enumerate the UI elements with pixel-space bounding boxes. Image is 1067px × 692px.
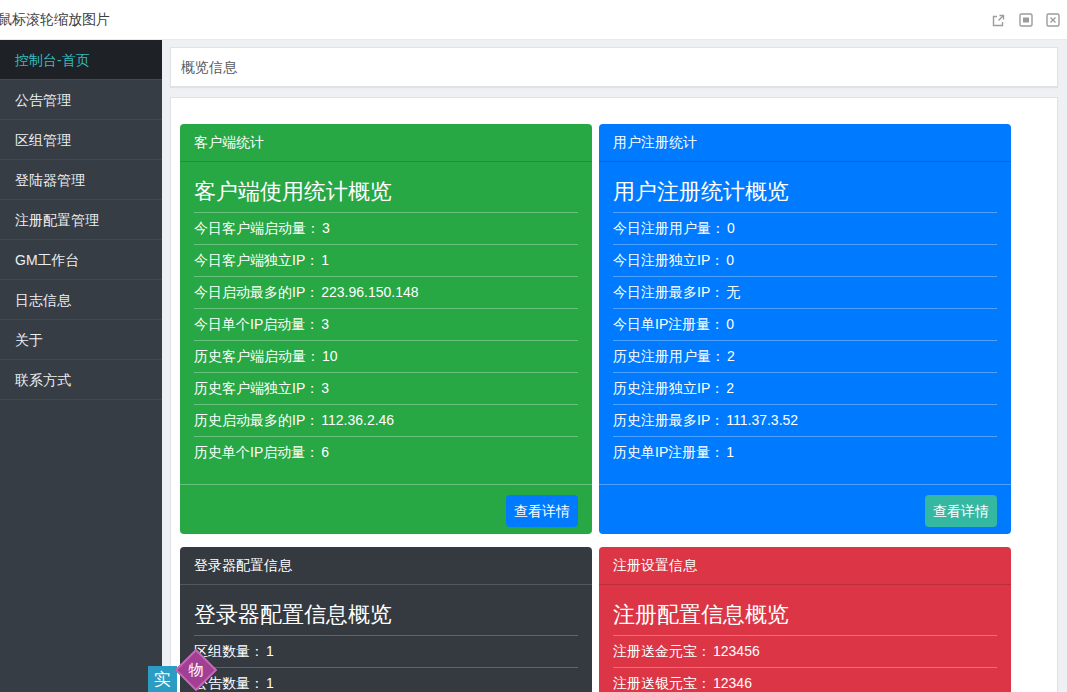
- stat-row: 今日单IP注册量：0: [613, 308, 997, 340]
- stat-value: 111.37.3.52: [726, 412, 798, 428]
- stat-row: 今日客户端独立IP：1: [194, 244, 578, 276]
- sidebar-item-about[interactable]: 关于: [0, 320, 162, 360]
- page-header: 概览信息: [170, 47, 1058, 87]
- stat-row: 今日单个IP启动量：3: [194, 308, 578, 340]
- topbar-title: 鼠标滚轮缩放图片: [0, 11, 110, 29]
- stat-row: 注册送银元宝：12346: [613, 667, 997, 692]
- stat-value: 2: [727, 348, 735, 364]
- stat-label: 今日单IP注册量：: [613, 316, 724, 332]
- view-details-button-client-stats[interactable]: 查看详情: [506, 495, 578, 527]
- stat-label: 注册送金元宝：: [613, 643, 711, 659]
- card-footer-client-stats: 查看详情: [180, 484, 592, 534]
- stat-row: 历史启动最多的IP：112.36.2.46: [194, 404, 578, 436]
- floating-badge-wu-label: 物: [183, 657, 209, 683]
- topbar: 鼠标滚轮缩放图片: [0, 0, 1067, 40]
- stat-value: 0: [727, 220, 735, 236]
- card-title-client-stats: 客户端使用统计概览: [194, 176, 578, 208]
- stat-label: 今日客户端独立IP：: [194, 252, 319, 268]
- stat-row: 历史客户端启动量：10: [194, 340, 578, 372]
- stat-label: 今日单个IP启动量：: [194, 316, 319, 332]
- stat-value: 3: [321, 316, 329, 332]
- stat-label: 今日注册独立IP：: [613, 252, 724, 268]
- stat-row: 今日注册独立IP：0: [613, 244, 997, 276]
- sidebar-item-console-home[interactable]: 控制台-首页: [0, 40, 162, 80]
- open-external-icon[interactable]: [990, 12, 1007, 29]
- stat-value: 3: [322, 220, 330, 236]
- view-details-button-user-register-stats[interactable]: 查看详情: [925, 495, 997, 527]
- overview-panel: 客户端统计客户端使用统计概览今日客户端启动量：3今日客户端独立IP：1今日启动最…: [170, 97, 1058, 692]
- stat-row: 历史注册用户量：2: [613, 340, 997, 372]
- card-title-register-config: 注册配置信息概览: [613, 599, 997, 631]
- stat-value: 无: [726, 284, 740, 300]
- card-header-register-config: 注册设置信息: [599, 547, 1011, 585]
- card-register-config: 注册设置信息注册配置信息概览注册送金元宝：123456注册送银元宝：12346: [599, 547, 1011, 692]
- stat-label: 历史启动最多的IP：: [194, 412, 319, 428]
- card-user-register-stats: 用户注册统计用户注册统计概览今日注册用户量：0今日注册独立IP：0今日注册最多I…: [599, 124, 1011, 534]
- stat-row: 今日客户端启动量：3: [194, 212, 578, 244]
- stat-label: 历史注册用户量：: [613, 348, 725, 364]
- stat-row: 注册送金元宝：123456: [613, 635, 997, 667]
- floating-badge-shi[interactable]: 实: [148, 666, 177, 692]
- stat-row: 公告数量：1: [194, 667, 578, 692]
- stat-value: 0: [726, 252, 734, 268]
- stat-label: 历史注册最多IP：: [613, 412, 724, 428]
- card-client-stats: 客户端统计客户端使用统计概览今日客户端启动量：3今日客户端独立IP：1今日启动最…: [180, 124, 592, 534]
- stat-value: 0: [726, 316, 734, 332]
- card-header-launcher-config: 登录器配置信息: [180, 547, 592, 585]
- stat-value: 1: [321, 252, 329, 268]
- stat-value: 1: [266, 643, 274, 659]
- stat-label: 今日注册最多IP：: [613, 284, 724, 300]
- sidebar: 控制台-首页公告管理区组管理登陆器管理注册配置管理GM工作台日志信息关于联系方式: [0, 40, 162, 692]
- sidebar-item-contact[interactable]: 联系方式: [0, 360, 162, 400]
- card-launcher-config: 登录器配置信息登录器配置信息概览区组数量：1公告数量：1: [180, 547, 592, 692]
- window-controls: [990, 12, 1061, 29]
- stat-row: 历史单IP注册量：1: [613, 436, 997, 468]
- content-area: 概览信息 客户端统计客户端使用统计概览今日客户端启动量：3今日客户端独立IP：1…: [162, 40, 1067, 692]
- stat-label: 今日启动最多的IP：: [194, 284, 319, 300]
- close-icon[interactable]: [1045, 12, 1061, 28]
- maximize-icon[interactable]: [1018, 12, 1034, 28]
- card-footer-user-register-stats: 查看详情: [599, 484, 1011, 534]
- stat-row: 今日注册最多IP：无: [613, 276, 997, 308]
- stat-row: 历史客户端独立IP：3: [194, 372, 578, 404]
- card-title-user-register-stats: 用户注册统计概览: [613, 176, 997, 208]
- sidebar-item-launcher-manage[interactable]: 登陆器管理: [0, 160, 162, 200]
- stat-value: 12346: [713, 675, 752, 691]
- stat-label: 今日注册用户量：: [613, 220, 725, 236]
- card-header-user-register-stats: 用户注册统计: [599, 124, 1011, 162]
- stat-label: 历史客户端启动量：: [194, 348, 320, 364]
- stat-value: 1: [266, 675, 274, 691]
- stat-value: 223.96.150.148: [321, 284, 418, 300]
- stat-value: 1: [726, 444, 734, 460]
- sidebar-item-notice-manage[interactable]: 公告管理: [0, 80, 162, 120]
- stat-row: 今日注册用户量：0: [613, 212, 997, 244]
- card-title-launcher-config: 登录器配置信息概览: [194, 599, 578, 631]
- stat-value: 3: [321, 380, 329, 396]
- sidebar-item-register-config-manage[interactable]: 注册配置管理: [0, 200, 162, 240]
- stat-label: 历史单个IP启动量：: [194, 444, 319, 460]
- stat-row: 历史注册最多IP：111.37.3.52: [613, 404, 997, 436]
- stat-label: 历史单IP注册量：: [613, 444, 724, 460]
- stat-row: 区组数量：1: [194, 635, 578, 667]
- stat-value: 2: [726, 380, 734, 396]
- stat-label: 今日客户端启动量：: [194, 220, 320, 236]
- stat-value: 6: [321, 444, 329, 460]
- stat-label: 历史客户端独立IP：: [194, 380, 319, 396]
- stat-row: 今日启动最多的IP：223.96.150.148: [194, 276, 578, 308]
- stat-label: 注册送银元宝：: [613, 675, 711, 691]
- stat-row: 历史注册独立IP：2: [613, 372, 997, 404]
- stat-row: 历史单个IP启动量：6: [194, 436, 578, 468]
- stat-label: 历史注册独立IP：: [613, 380, 724, 396]
- stat-value: 112.36.2.46: [321, 412, 394, 428]
- sidebar-item-zone-manage[interactable]: 区组管理: [0, 120, 162, 160]
- sidebar-item-gm-workbench[interactable]: GM工作台: [0, 240, 162, 280]
- stat-value: 10: [322, 348, 338, 364]
- stat-value: 123456: [713, 643, 760, 659]
- card-header-client-stats: 客户端统计: [180, 124, 592, 162]
- sidebar-item-log-info[interactable]: 日志信息: [0, 280, 162, 320]
